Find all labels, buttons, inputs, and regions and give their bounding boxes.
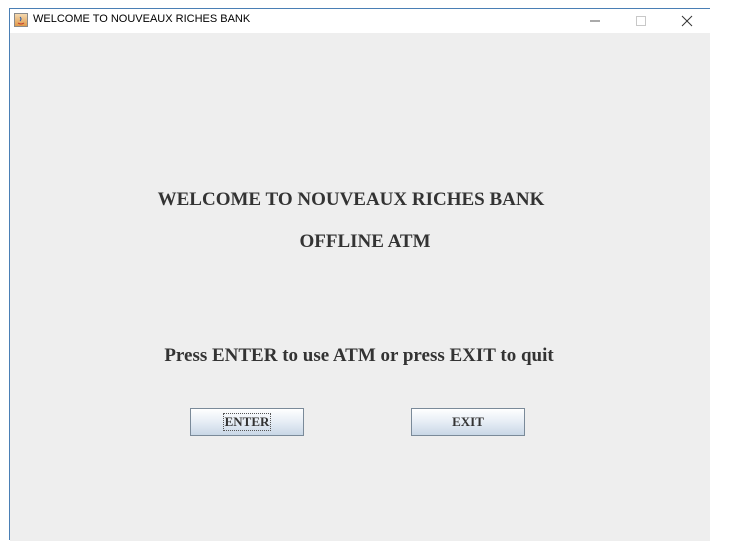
minimize-button[interactable] (572, 9, 618, 33)
enter-button[interactable]: ENTER (190, 408, 304, 436)
offline-atm-heading: OFFLINE ATM (299, 231, 431, 252)
content-panel: WELCOME TO NOUVEAUX RICHES BANK OFFLINE … (10, 33, 710, 541)
minimize-icon (590, 20, 600, 22)
close-icon (681, 15, 693, 27)
java-app-icon[interactable] (14, 13, 28, 27)
exit-button-label: EXIT (452, 414, 484, 429)
welcome-heading: WELCOME TO NOUVEAUX RICHES BANK (157, 189, 545, 210)
enter-button-label: ENTER (222, 413, 272, 431)
atm-window: WELCOME TO NOUVEAUX RICHES BANK WELCOME … (9, 8, 710, 541)
exit-button[interactable]: EXIT (411, 408, 525, 436)
window-title: WELCOME TO NOUVEAUX RICHES BANK (33, 13, 251, 25)
instruction-text: Press ENTER to use ATM or press EXIT to … (164, 345, 554, 366)
title-bar[interactable]: WELCOME TO NOUVEAUX RICHES BANK (10, 9, 710, 33)
maximize-button[interactable] (618, 9, 664, 33)
close-button[interactable] (664, 9, 710, 33)
maximize-icon (636, 16, 646, 26)
